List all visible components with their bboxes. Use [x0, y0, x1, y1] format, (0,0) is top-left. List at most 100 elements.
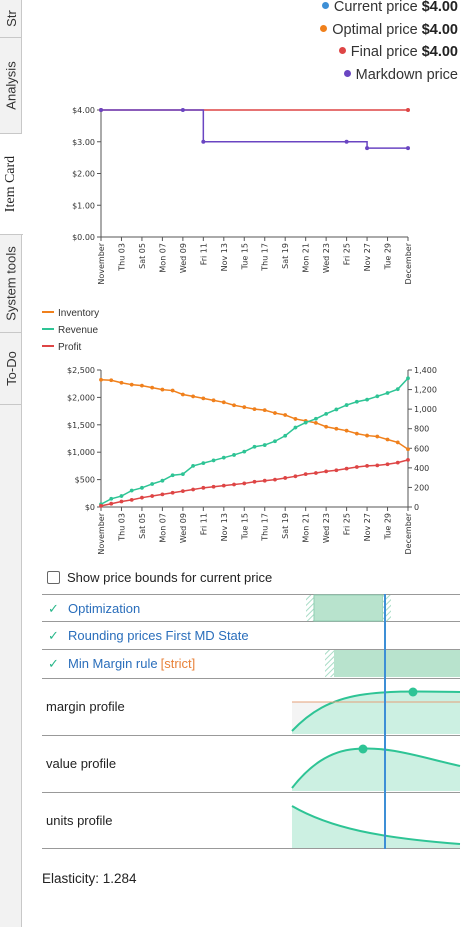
profit-point [395, 460, 400, 465]
inventory-point [211, 398, 216, 403]
profit-point [211, 484, 216, 489]
profit-point [232, 482, 236, 487]
y-tick-label: $4.00 [72, 106, 95, 115]
legend-final-price[interactable]: Final price $4.00 [320, 45, 458, 68]
legend-optimal-price[interactable]: Optimal price $4.00 [320, 21, 458, 46]
profit-point [273, 477, 277, 482]
tab-label: To-Do [3, 351, 19, 386]
legend-inventory[interactable]: Inventory [42, 308, 99, 325]
profit-point [150, 494, 155, 498]
x-tick-label: Fri 25 [343, 243, 352, 265]
revenue-point [221, 455, 226, 460]
profit-point [262, 478, 267, 483]
inventory-point [344, 428, 349, 433]
price-chart: $0.00 $1.00 $2.00 $3.00 $4.00 November Thu 03 S… [72, 106, 413, 285]
left-y-tick-label: $2,500 [67, 366, 95, 375]
x-tick-label: November [97, 242, 106, 284]
profit-point [406, 457, 410, 462]
show-price-bounds-toggle[interactable]: Show price bounds for current price [47, 570, 272, 585]
legend-label: Current price [333, 0, 418, 15]
profile-label: units profile [46, 813, 113, 828]
inventory-point [201, 396, 206, 401]
revenue-point [375, 394, 380, 399]
x-tick-label: Thu 17 [261, 243, 270, 272]
revenue-point [293, 425, 298, 430]
x-tick-label: Wed 09 [179, 513, 188, 543]
revenue-point [314, 416, 318, 421]
margin-profile-row: margin profile [42, 678, 460, 735]
inventory-point [221, 400, 226, 405]
right-y-tick-label: 1,400 [414, 366, 437, 375]
performance-chart: $0 $500 $1,000 $1,500 $2,000 $2,500 0 200 400 600… [67, 366, 437, 555]
profit-point [170, 490, 175, 495]
revenue-point [303, 420, 308, 425]
x-tick-label: December [404, 242, 413, 284]
profit-point [385, 462, 390, 467]
legend-label: Optimal price [332, 21, 418, 38]
legend-label: Final price [350, 44, 418, 61]
optimal-price-dot-icon [320, 24, 328, 32]
x-tick-label: Wed 23 [322, 243, 331, 273]
rule-rounding-prices[interactable]: ✓ Rounding prices First MD State [42, 621, 460, 649]
profit-point [129, 497, 134, 502]
revenue-point [129, 488, 134, 493]
tab-analysis[interactable]: Analysis [0, 38, 22, 134]
tab-label: Str [3, 10, 19, 27]
x-tick-label: Nov 13 [220, 513, 229, 541]
price-bounds-checkbox[interactable] [47, 571, 60, 584]
tab-system-tools[interactable]: System tools [0, 235, 22, 333]
x-tick-label: Tue 29 [384, 513, 393, 540]
inventory-point [242, 405, 247, 410]
left-y-tick-label: $500 [75, 476, 95, 485]
y-tick-label: $3.00 [72, 138, 95, 147]
legend-label: Inventory [58, 308, 100, 319]
inventory-point [119, 380, 124, 385]
legend-value: $4.00 [421, 44, 458, 61]
right-y-tick-label: 200 [414, 483, 429, 492]
profit-point [201, 485, 206, 490]
revenue-swatch [42, 328, 54, 330]
inventory-point [180, 392, 185, 397]
revenue-point [406, 376, 410, 381]
legend-markdown-price[interactable]: Markdown price [320, 67, 458, 91]
revenue-point [140, 485, 144, 490]
legend-profit[interactable]: Profit [42, 342, 99, 359]
check-icon: ✓ [48, 600, 59, 616]
right-y-tick-label: 600 [414, 444, 429, 453]
right-y-tick-label: 0 [414, 503, 419, 512]
profit-point [252, 479, 257, 484]
inventory-point [170, 388, 175, 393]
price-bounds-label: Show price bounds for current price [67, 570, 273, 585]
elasticity-value: Elasticity: 1.284 [42, 871, 137, 886]
x-tick-label: Sat 05 [138, 513, 147, 539]
legend-revenue[interactable]: Revenue [42, 325, 99, 342]
inventory-point [252, 407, 257, 412]
legend-value: $4.00 [421, 0, 458, 15]
profit-swatch [42, 345, 54, 347]
y-tick-label: $0.00 [72, 233, 95, 242]
value-profile-row: value profile [42, 735, 460, 792]
legend-label: Revenue [58, 325, 99, 336]
right-y-tick-label: 1,200 [414, 386, 437, 395]
revenue-line [100, 377, 409, 505]
revenue-point [395, 387, 400, 392]
revenue-point [150, 482, 155, 486]
tab-to-do[interactable]: To-Do [0, 333, 22, 405]
inventory-point [232, 403, 236, 408]
legend-label: Profit [58, 342, 82, 353]
tab-strategy[interactable]: Str [0, 0, 22, 38]
tab-item-card[interactable]: Item Card [0, 134, 23, 235]
rule-optimization[interactable]: ✓ Optimization [42, 594, 460, 622]
inventory-point [406, 447, 410, 452]
rule-label: Optimization [68, 601, 141, 616]
profit-point [99, 504, 103, 508]
profit-point [109, 501, 114, 506]
profit-point [191, 487, 196, 492]
legend-current-price[interactable]: Current price $4.00 [320, 0, 458, 23]
rule-min-margin[interactable]: ✓ Min Margin rule [strict] [42, 649, 460, 677]
profit-point [354, 465, 359, 469]
inventory-point [293, 417, 298, 421]
inventory-point [109, 378, 114, 383]
revenue-point [232, 453, 236, 457]
profile-label: margin profile [46, 699, 125, 714]
